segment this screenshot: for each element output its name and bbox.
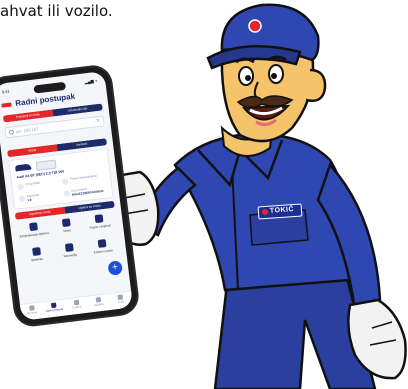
field-icon [61, 178, 69, 185]
app-logo-icon [1, 102, 12, 108]
phone-screen: 9:41 ▂▄▆ ◖ Radni postupak Postupak po br… [0, 70, 134, 321]
car-icon [14, 163, 32, 172]
tab-trazilica[interactable]: Tražilica [64, 297, 88, 316]
vehicle-field: Broj motora WAUZZZ8E87A000000 [63, 185, 104, 200]
phone-notch [33, 81, 67, 94]
brake-icon [97, 238, 107, 248]
category-tile[interactable]: Kočioni sustav [85, 237, 121, 261]
category-label: Pogon i prijenos [89, 223, 112, 230]
license-plate [35, 159, 57, 171]
search-icon [73, 299, 79, 306]
brand-logo-icon [261, 208, 269, 216]
drivetrain-icon [94, 214, 104, 224]
field-label: Proizvođač [25, 180, 41, 187]
status-icons: ▂▄▆ ◖ [84, 77, 98, 85]
field-icon [63, 190, 71, 197]
category-tile[interactable]: Karoserija [52, 241, 88, 265]
wrench-icon [51, 302, 57, 309]
category-tile[interactable]: Zamjenjivanje dijelova [16, 221, 52, 245]
user-icon [117, 294, 124, 300]
status-time: 9:41 [1, 88, 10, 95]
search-placeholder: npr. 1K0 167 [15, 126, 39, 135]
tab-kosarica[interactable]: Košarica [87, 294, 111, 313]
category-tile[interactable]: Motor [49, 217, 85, 241]
field-icon [17, 183, 24, 191]
page-title: Radni postupak [14, 91, 76, 108]
tab-label: Radni postupak [45, 307, 64, 313]
tab-pocetna[interactable]: Početna [20, 302, 44, 321]
search-icon [8, 129, 15, 135]
battery-icon [31, 247, 41, 257]
category-label: Motor [63, 228, 72, 234]
clear-icon[interactable]: ✕ [96, 118, 101, 124]
tab-profil[interactable]: Profil [109, 291, 133, 310]
field-icon [18, 195, 26, 203]
add-button[interactable]: + [107, 260, 123, 276]
category-grid: Zamjenjivanje dijelova Motor Pogon i pri… [16, 213, 121, 270]
category-label: Elektrika [31, 256, 44, 263]
field-label: Prema kategorijama [69, 173, 97, 181]
category-label: Karoserija [63, 252, 78, 259]
category-tile[interactable]: Pogon i prijenos [82, 213, 118, 237]
category-tile[interactable]: Elektrika [19, 246, 55, 270]
home-icon [28, 305, 35, 311]
tab-label: Tražilica [71, 305, 82, 310]
car-body-icon [64, 243, 74, 252]
parts-icon [28, 222, 38, 232]
vehicle-card[interactable]: Audi A4 B7 (8EC) 2.0 TDI 16V Proizvođač … [8, 148, 114, 210]
tab-label: Košarica [93, 302, 104, 307]
brand-badge-text: TOKIĆ [269, 206, 295, 215]
engine-icon [61, 218, 71, 228]
category-label: Kočioni sustav [93, 248, 114, 255]
vehicle-name: Audi A4 B7 (8EC) 2.0 TDI 16V [16, 169, 65, 180]
tab-label: Profil [118, 300, 125, 304]
tab-label: Početna [27, 310, 37, 316]
field-value: 1.9 [27, 197, 32, 203]
tab-radni-postupak[interactable]: Radni postupak [42, 299, 66, 318]
vehicle-field: Kapacitet 1.9 [18, 190, 60, 205]
category-label: Zamjenjivanje dijelova [19, 230, 50, 239]
cart-icon [95, 297, 102, 303]
